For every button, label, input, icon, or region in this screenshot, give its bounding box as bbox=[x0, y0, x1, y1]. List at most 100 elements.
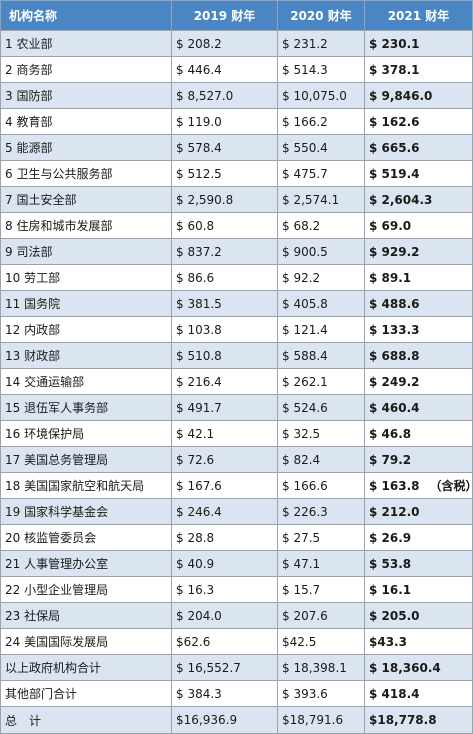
agency-name-cell-text: 17 美国总务管理局 bbox=[5, 453, 109, 467]
fy2019-cell-text: $ 491.7 bbox=[176, 400, 222, 415]
agency-name-cell-text: 9 司法部 bbox=[5, 245, 53, 259]
agency-name-cell: 14 交通运输部 bbox=[1, 369, 172, 394]
fy2019-cell-text: $ 246.4 bbox=[176, 504, 222, 519]
fy2021-cell-text: $ 26.9 bbox=[369, 530, 412, 545]
table-row: 17 美国总务管理局 $ 72.6 $ 82.4 $ 79.2 bbox=[1, 447, 472, 473]
fy2019-cell: $ 119.0 bbox=[172, 109, 278, 134]
agency-name-cell: 22 小型企业管理局 bbox=[1, 577, 172, 602]
fy2020-cell: $ 10,075.0 bbox=[278, 83, 365, 108]
table-row: 5 能源部 $ 578.4 $ 550.4 $ 665.6 bbox=[1, 135, 472, 161]
fy2021-cell-text: $ 9,846.0 bbox=[369, 88, 433, 103]
agency-name-cell-text: 6 卫生与公共服务部 bbox=[5, 167, 113, 181]
fy2020-cell-text: $ 15.7 bbox=[282, 582, 321, 597]
fy2021-cell: $ 133.3 bbox=[365, 317, 472, 342]
fy2021-cell-text: $ 18,360.4 bbox=[369, 660, 441, 675]
agency-name-cell-text: 13 财政部 bbox=[5, 349, 61, 363]
agency-name-cell-text: 20 核监管委员会 bbox=[5, 531, 97, 545]
agency-name-cell-text: 1 农业部 bbox=[5, 37, 53, 51]
fy2021-cell-text: $ 53.8 bbox=[369, 556, 412, 571]
agency-name-cell: 以上政府机构合计 bbox=[1, 655, 172, 680]
agency-name-cell: 12 内政部 bbox=[1, 317, 172, 342]
fy2020-cell: $ 32.5 bbox=[278, 421, 365, 446]
fy2019-cell-text: $ 42.1 bbox=[176, 426, 215, 441]
fy2020-cell-text: $ 207.6 bbox=[282, 608, 328, 623]
agency-name-cell: 18 美国国家航空和航天局 bbox=[1, 473, 172, 498]
agency-name-cell-text: 23 社保局 bbox=[5, 609, 61, 623]
fy2019-cell: $ 72.6 bbox=[172, 447, 278, 472]
fy2021-cell: $ 418.4 bbox=[365, 681, 472, 706]
fy2021-cell: $ 460.4 bbox=[365, 395, 472, 420]
fy2021-cell-text: $ 460.4 bbox=[369, 400, 420, 415]
fy2021-cell: $ 9,846.0 bbox=[365, 83, 472, 108]
fy2021-cell-text: $ 230.1 bbox=[369, 36, 420, 51]
fy2021-cell-text: $ 2,604.3 bbox=[369, 192, 433, 207]
table-row: 13 财政部 $ 510.8 $ 588.4 $ 688.8 bbox=[1, 343, 472, 369]
fy2020-cell: $ 2,574.1 bbox=[278, 187, 365, 212]
agency-name-cell: 3 国防部 bbox=[1, 83, 172, 108]
fy2021-cell: $ 205.0 bbox=[365, 603, 472, 628]
fy2020-cell: $18,791.6 bbox=[278, 707, 365, 733]
fy2019-cell-text: $ 72.6 bbox=[176, 452, 215, 467]
fy2021-cell: $ 18,360.4 bbox=[365, 655, 472, 680]
agency-name-cell: 7 国土安全部 bbox=[1, 187, 172, 212]
agency-name-cell-text: 22 小型企业管理局 bbox=[5, 583, 109, 597]
fy2019-cell-text: $62.6 bbox=[176, 634, 211, 649]
agency-name-cell-text: 4 教育部 bbox=[5, 115, 53, 129]
fy2019-cell-text: $ 384.3 bbox=[176, 686, 222, 701]
agency-name-cell: 11 国务院 bbox=[1, 291, 172, 316]
fy2020-cell-text: $ 18,398.1 bbox=[282, 660, 347, 675]
fy2019-cell-text: $ 103.8 bbox=[176, 322, 222, 337]
agency-name-cell: 其他部门合计 bbox=[1, 681, 172, 706]
fy2021-cell-text: $ 133.3 bbox=[369, 322, 420, 337]
table-body: 1 农业部 $ 208.2 $ 231.2 $ 230.1 2 商务部 $ 446.4 $ … bbox=[1, 31, 472, 733]
fy2019-cell: $ 216.4 bbox=[172, 369, 278, 394]
fy2021-cell: $ 162.6 bbox=[365, 109, 472, 134]
fy2019-cell-text: $16,936.9 bbox=[176, 713, 238, 727]
agency-name-cell-text: 3 国防部 bbox=[5, 89, 53, 103]
fy2020-cell: $ 514.3 bbox=[278, 57, 365, 82]
fy2020-cell-text: $18,791.6 bbox=[282, 713, 344, 727]
fy2020-cell-text: $ 588.4 bbox=[282, 348, 328, 363]
fy2020-cell-text: $ 231.2 bbox=[282, 36, 328, 51]
fy2020-cell: $ 166.6 bbox=[278, 473, 365, 498]
table-row: 3 国防部 $ 8,527.0 $ 10,075.0 $ 9,846.0 bbox=[1, 83, 472, 109]
table-row: 18 美国国家航空和航天局 $ 167.6 $ 166.6 $ 163.8 （含税） bbox=[1, 473, 472, 499]
table-row: 24 美国国际发展局 $62.6 $42.5 $43.3 bbox=[1, 629, 472, 655]
fy2021-cell: $ 230.1 bbox=[365, 31, 472, 56]
table-row: 10 劳工部 $ 86.6 $ 92.2 $ 89.1 bbox=[1, 265, 472, 291]
fy2020-cell: $ 82.4 bbox=[278, 447, 365, 472]
table-row: 20 核监管委员会 $ 28.8 $ 27.5 $ 26.9 bbox=[1, 525, 472, 551]
agency-name-cell: 20 核监管委员会 bbox=[1, 525, 172, 550]
fy2020-cell: $ 900.5 bbox=[278, 239, 365, 264]
fy2020-cell: $ 262.1 bbox=[278, 369, 365, 394]
agency-name-cell-text: 24 美国国际发展局 bbox=[5, 635, 109, 649]
fy2019-cell-text: $ 510.8 bbox=[176, 348, 222, 363]
fy2019-cell-text: $ 16.3 bbox=[176, 582, 215, 597]
fy2019-cell: $62.6 bbox=[172, 629, 278, 654]
fy2021-cell: $ 2,604.3 bbox=[365, 187, 472, 212]
fy2019-cell-text: $ 381.5 bbox=[176, 296, 222, 311]
fy2019-cell: $ 167.6 bbox=[172, 473, 278, 498]
fy2020-cell: $ 207.6 bbox=[278, 603, 365, 628]
table-row: 12 内政部 $ 103.8 $ 121.4 $ 133.3 bbox=[1, 317, 472, 343]
fy2019-cell-text: $ 204.0 bbox=[176, 608, 222, 623]
fy2020-cell: $ 405.8 bbox=[278, 291, 365, 316]
fy2020-cell: $ 166.2 bbox=[278, 109, 365, 134]
fy2019-cell: $ 204.0 bbox=[172, 603, 278, 628]
fy2020-cell: $ 393.6 bbox=[278, 681, 365, 706]
agency-name-cell: 4 教育部 bbox=[1, 109, 172, 134]
table-row: 6 卫生与公共服务部 $ 512.5 $ 475.7 $ 519.4 bbox=[1, 161, 472, 187]
agency-name-cell: 2 商务部 bbox=[1, 57, 172, 82]
fy2021-cell: $ 929.2 bbox=[365, 239, 472, 264]
agency-name-cell-text: 15 退伍军人事务部 bbox=[5, 401, 109, 415]
table-row: 总 计 $16,936.9 $18,791.6 $18,778.8 bbox=[1, 707, 472, 733]
fy2020-cell-text: $ 166.2 bbox=[282, 114, 328, 129]
agency-name-cell: 23 社保局 bbox=[1, 603, 172, 628]
fy2019-cell: $ 60.8 bbox=[172, 213, 278, 238]
agency-name-cell-text: 16 环境保护局 bbox=[5, 427, 85, 441]
budget-table: 机构名称 2019 财年 2020 财年 2021 财年 1 农业部 $ 208.… bbox=[0, 0, 473, 734]
fy2021-note: （含税） bbox=[429, 479, 472, 493]
agency-name-cell-text: 19 国家科学基金会 bbox=[5, 505, 109, 519]
agency-name-cell: 21 人事管理办公室 bbox=[1, 551, 172, 576]
fy2019-cell-text: $ 578.4 bbox=[176, 140, 222, 155]
